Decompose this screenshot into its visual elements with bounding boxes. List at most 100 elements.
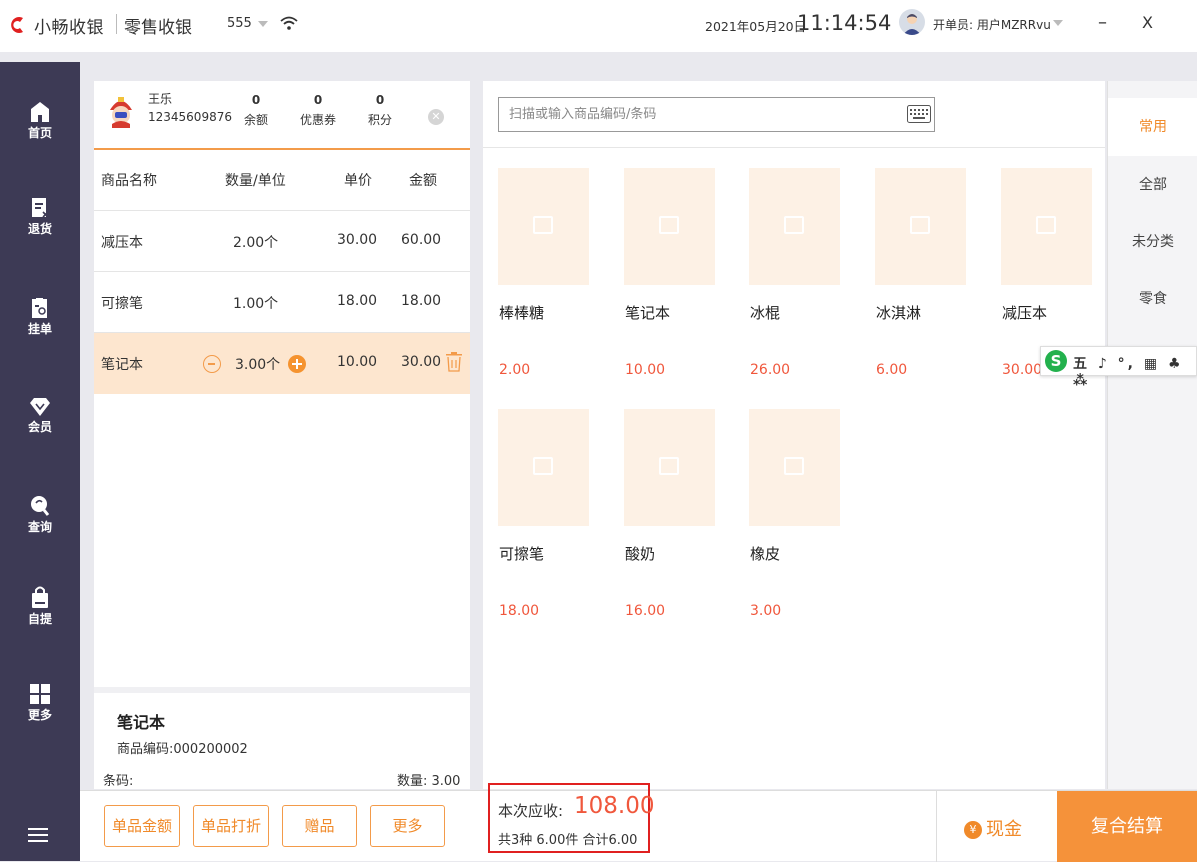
detail-qty: 数量: 3.00 xyxy=(397,774,461,789)
detail-item-code: 商品编码:000200002 xyxy=(117,742,248,757)
ime-controls[interactable]: 五 ♪ °, ▦ ♣ ⁂ xyxy=(1073,353,1196,389)
product-card[interactable]: 冰棍 26.00 xyxy=(749,168,859,398)
product-card[interactable]: 冰淇淋 6.00 xyxy=(875,168,985,398)
member-avatar-icon xyxy=(105,95,137,128)
product-card[interactable]: 酸奶 16.00 xyxy=(624,409,734,639)
left-nav: 首页 退货 挂单 会员 查询 自提 更多 xyxy=(0,62,80,861)
nav-hold-order[interactable]: 挂单 xyxy=(0,298,80,378)
nav-label: 退货 xyxy=(27,222,52,236)
product-image xyxy=(749,168,840,285)
product-card[interactable]: 棒棒糖 2.00 xyxy=(498,168,608,398)
cart-header: 商品名称 数量/单位 单价 金额 xyxy=(94,150,470,211)
search-box[interactable] xyxy=(498,97,935,132)
product-card[interactable]: 笔记本 10.00 xyxy=(624,168,734,398)
nav-pickup[interactable]: 自提 xyxy=(0,586,80,666)
nav-label: 挂单 xyxy=(27,322,52,336)
category-uncategorized[interactable]: 未分类 xyxy=(1108,213,1197,271)
title-bar: 小畅收银 零售收银 555 2021年05月20日 11:14:54 开单员: … xyxy=(0,0,1197,52)
nav-home[interactable]: 首页 xyxy=(0,102,80,182)
product-price: 26.00 xyxy=(750,362,791,378)
product-image xyxy=(624,409,715,526)
search-input[interactable] xyxy=(499,98,889,131)
nav-return[interactable]: 退货 xyxy=(0,198,80,278)
product-name: 棒棒糖 xyxy=(499,304,545,322)
cart-row[interactable]: 减压本 2.00个 30.00 60.00 xyxy=(94,211,470,272)
combo-settle-button[interactable]: 复合结算 xyxy=(1057,791,1197,862)
time-display: 11:14:54 xyxy=(797,11,892,35)
image-placeholder-icon xyxy=(533,457,553,475)
nav-label: 首页 xyxy=(27,126,52,140)
home-icon xyxy=(31,102,49,122)
category-snacks[interactable]: 零食 xyxy=(1108,270,1197,328)
image-placeholder-icon xyxy=(784,457,804,475)
product-name: 冰棍 xyxy=(750,304,781,322)
member-bar[interactable]: 王乐 12345609876 0 余额 0 优惠券 0 积分 ✕ xyxy=(94,81,470,150)
cart-item-amount: 30.00 xyxy=(401,354,442,370)
cart-item-amount: 60.00 xyxy=(401,232,442,248)
product-image xyxy=(498,168,589,285)
trash-icon[interactable] xyxy=(446,352,462,372)
cart-item-price: 30.00 xyxy=(337,232,378,248)
store-selector[interactable]: 555 xyxy=(227,16,252,31)
app-name: 小畅收银 xyxy=(34,18,104,38)
category-all[interactable]: 全部 xyxy=(1108,156,1197,214)
gift-button[interactable]: 赠品 xyxy=(282,805,357,847)
cart-panel: 王乐 12345609876 0 余额 0 优惠券 0 积分 ✕ 商品名称 数量… xyxy=(94,81,470,789)
clear-member-button[interactable]: ✕ xyxy=(428,109,444,125)
cash-label: 现金 xyxy=(986,819,1022,840)
total-summary: 共3种 6.00件 合计6.00 xyxy=(498,833,638,848)
date-display: 2021年05月20日 xyxy=(705,19,807,34)
ime-logo-icon[interactable]: S xyxy=(1045,350,1067,372)
nav-member[interactable]: 会员 xyxy=(0,398,80,478)
close-button[interactable]: X xyxy=(1142,13,1153,32)
product-name: 减压本 xyxy=(1002,304,1048,322)
nav-more[interactable]: 更多 xyxy=(0,684,80,764)
item-amount-button[interactable]: 单品金额 xyxy=(104,805,180,847)
member-balance: 0 余额 xyxy=(236,93,276,128)
more-actions-button[interactable]: 更多 xyxy=(370,805,445,847)
cart-row[interactable]: 可擦笔 1.00个 18.00 18.00 xyxy=(94,272,470,333)
product-image xyxy=(1001,168,1092,285)
search-icon xyxy=(31,496,49,516)
category-filler xyxy=(1108,385,1197,789)
member-phone: 12345609876 xyxy=(148,110,232,124)
nav-label: 会员 xyxy=(27,420,52,434)
image-placeholder-icon xyxy=(910,216,930,234)
nav-label: 自提 xyxy=(27,612,52,626)
cart-item-qty: 1.00个 xyxy=(233,296,279,312)
keyboard-icon[interactable] xyxy=(907,105,931,123)
product-card[interactable]: 可擦笔 18.00 xyxy=(498,409,608,639)
nav-search[interactable]: 查询 xyxy=(0,496,80,576)
cart-item-qty: 3.00个 xyxy=(235,357,281,373)
category-panel: 常用 全部 未分类 零食 文具 xyxy=(1107,81,1197,789)
product-image xyxy=(624,168,715,285)
detail-barcode: 条码: xyxy=(103,774,134,789)
item-discount-button[interactable]: 单品打折 xyxy=(193,805,269,847)
cart-row-selected[interactable]: 笔记本 3.00个 10.00 30.00 xyxy=(94,333,470,394)
chevron-down-icon[interactable] xyxy=(1053,20,1063,26)
product-image xyxy=(875,168,966,285)
decrease-qty-button[interactable] xyxy=(203,355,221,373)
coupon-label: 优惠券 xyxy=(299,113,336,127)
cart-item-price: 10.00 xyxy=(337,354,378,370)
nav-label: 查询 xyxy=(27,520,52,534)
cash-pay-button[interactable]: ¥ 现金 xyxy=(964,815,1022,841)
chevron-down-icon[interactable] xyxy=(258,21,268,27)
category-common[interactable]: 常用 xyxy=(1108,98,1197,156)
ime-toolbar[interactable]: S 五 ♪ °, ▦ ♣ ⁂ xyxy=(1040,346,1197,389)
cart-item-name: 笔记本 xyxy=(101,357,143,373)
menu-icon[interactable] xyxy=(28,828,48,842)
wifi-icon xyxy=(280,16,298,30)
cashier-avatar[interactable] xyxy=(899,9,925,35)
product-card[interactable]: 橡皮 3.00 xyxy=(749,409,859,639)
minimize-button[interactable]: – xyxy=(1098,12,1107,33)
image-placeholder-icon xyxy=(659,216,679,234)
product-name: 可擦笔 xyxy=(499,545,545,563)
cashier-name[interactable]: 开单员: 用户MZRRvu xyxy=(933,16,1051,33)
product-name: 酸奶 xyxy=(625,545,656,563)
product-price: 30.00 xyxy=(1002,362,1043,378)
increase-qty-button[interactable] xyxy=(288,355,306,373)
cart-item-price: 18.00 xyxy=(337,293,378,309)
grid-icon xyxy=(30,684,50,704)
product-price: 2.00 xyxy=(499,362,531,378)
